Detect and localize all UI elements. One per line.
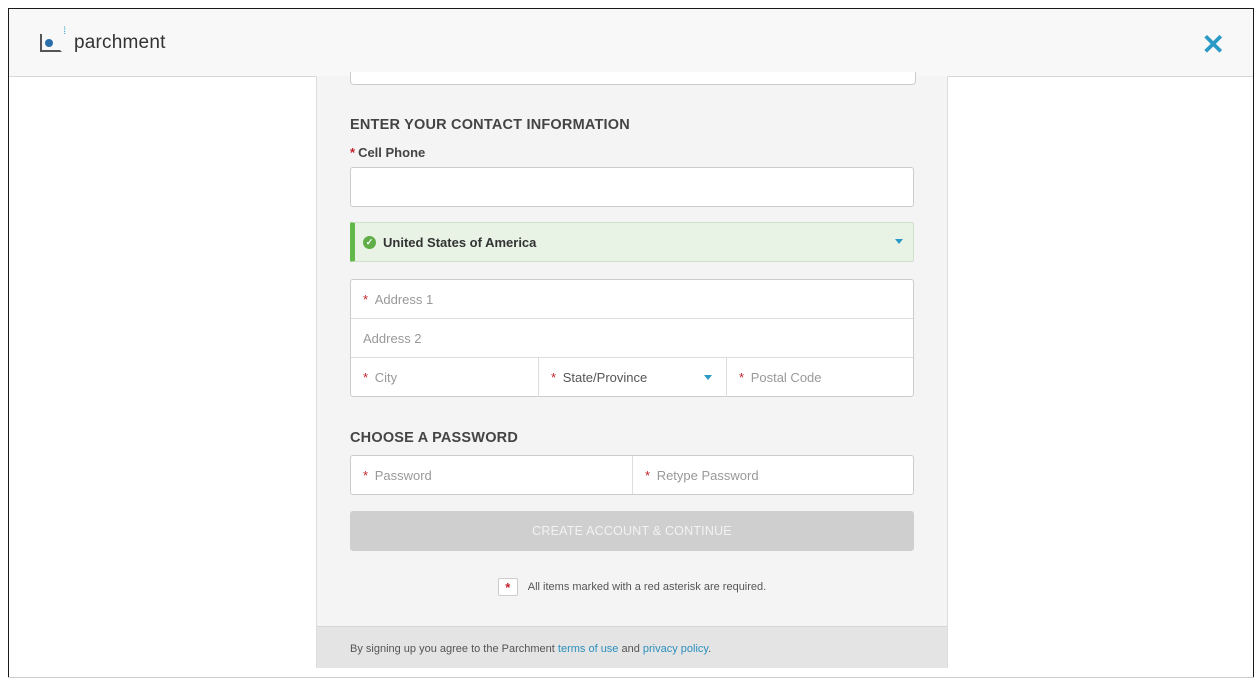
required-asterisk: * bbox=[363, 291, 369, 307]
parchment-logo-icon: ⁞ bbox=[40, 27, 66, 52]
password-input[interactable]: * Password bbox=[351, 456, 633, 494]
password-section-title: CHOOSE A PASSWORD bbox=[350, 430, 519, 446]
required-asterisk-icon: * bbox=[497, 578, 518, 596]
contact-section-title: ENTER YOUR CONTACT INFORMATION bbox=[350, 117, 630, 133]
close-icon[interactable]: ✕ bbox=[1202, 31, 1225, 59]
privacy-policy-link[interactable]: privacy policy bbox=[643, 643, 708, 655]
city-state-postal-row: * City * State/Province * Postal Code bbox=[351, 358, 913, 397]
logo-text: parchment bbox=[74, 32, 166, 53]
check-circle-icon: ✓ bbox=[363, 235, 376, 249]
terms-of-use-link[interactable]: terms of use bbox=[558, 643, 619, 655]
bottom-divider bbox=[8, 677, 1254, 678]
postal-code-input[interactable]: * Postal Code bbox=[727, 358, 913, 397]
modal-frame: ⁞ parchment ✕ ENTER YOUR CONTACT INFORMA… bbox=[8, 8, 1254, 678]
cell-phone-label: * Cell Phone bbox=[350, 145, 426, 160]
state-select[interactable]: * State/Province bbox=[539, 358, 727, 397]
address2-input[interactable]: Address 2 bbox=[351, 319, 913, 358]
cell-phone-input[interactable] bbox=[350, 167, 914, 207]
previous-field[interactable] bbox=[350, 72, 916, 85]
signup-panel: ENTER YOUR CONTACT INFORMATION * Cell Pho… bbox=[316, 72, 948, 668]
country-select[interactable]: ✓ United States of America bbox=[350, 222, 914, 262]
required-note: * All items marked with a red asterisk ar… bbox=[317, 578, 947, 596]
terms-footer: By signing up you agree to the Parchment… bbox=[317, 626, 947, 668]
city-input[interactable]: * City bbox=[351, 358, 539, 397]
required-asterisk: * bbox=[350, 145, 356, 160]
create-account-button[interactable]: CREATE ACCOUNT & CONTINUE bbox=[350, 511, 914, 551]
chevron-down-icon bbox=[895, 239, 903, 244]
parchment-logo: ⁞ parchment bbox=[40, 27, 166, 54]
password-group: * Password * Retype Password bbox=[350, 455, 914, 495]
chevron-down-icon bbox=[704, 375, 712, 380]
retype-password-input[interactable]: * Retype Password bbox=[633, 456, 913, 494]
address-group: * Address 1 Address 2 * City * State/Pro… bbox=[350, 279, 914, 397]
address1-input[interactable]: * Address 1 bbox=[351, 280, 913, 319]
country-selected-value: United States of America bbox=[383, 234, 537, 250]
top-bar: ⁞ parchment ✕ bbox=[9, 9, 1253, 77]
